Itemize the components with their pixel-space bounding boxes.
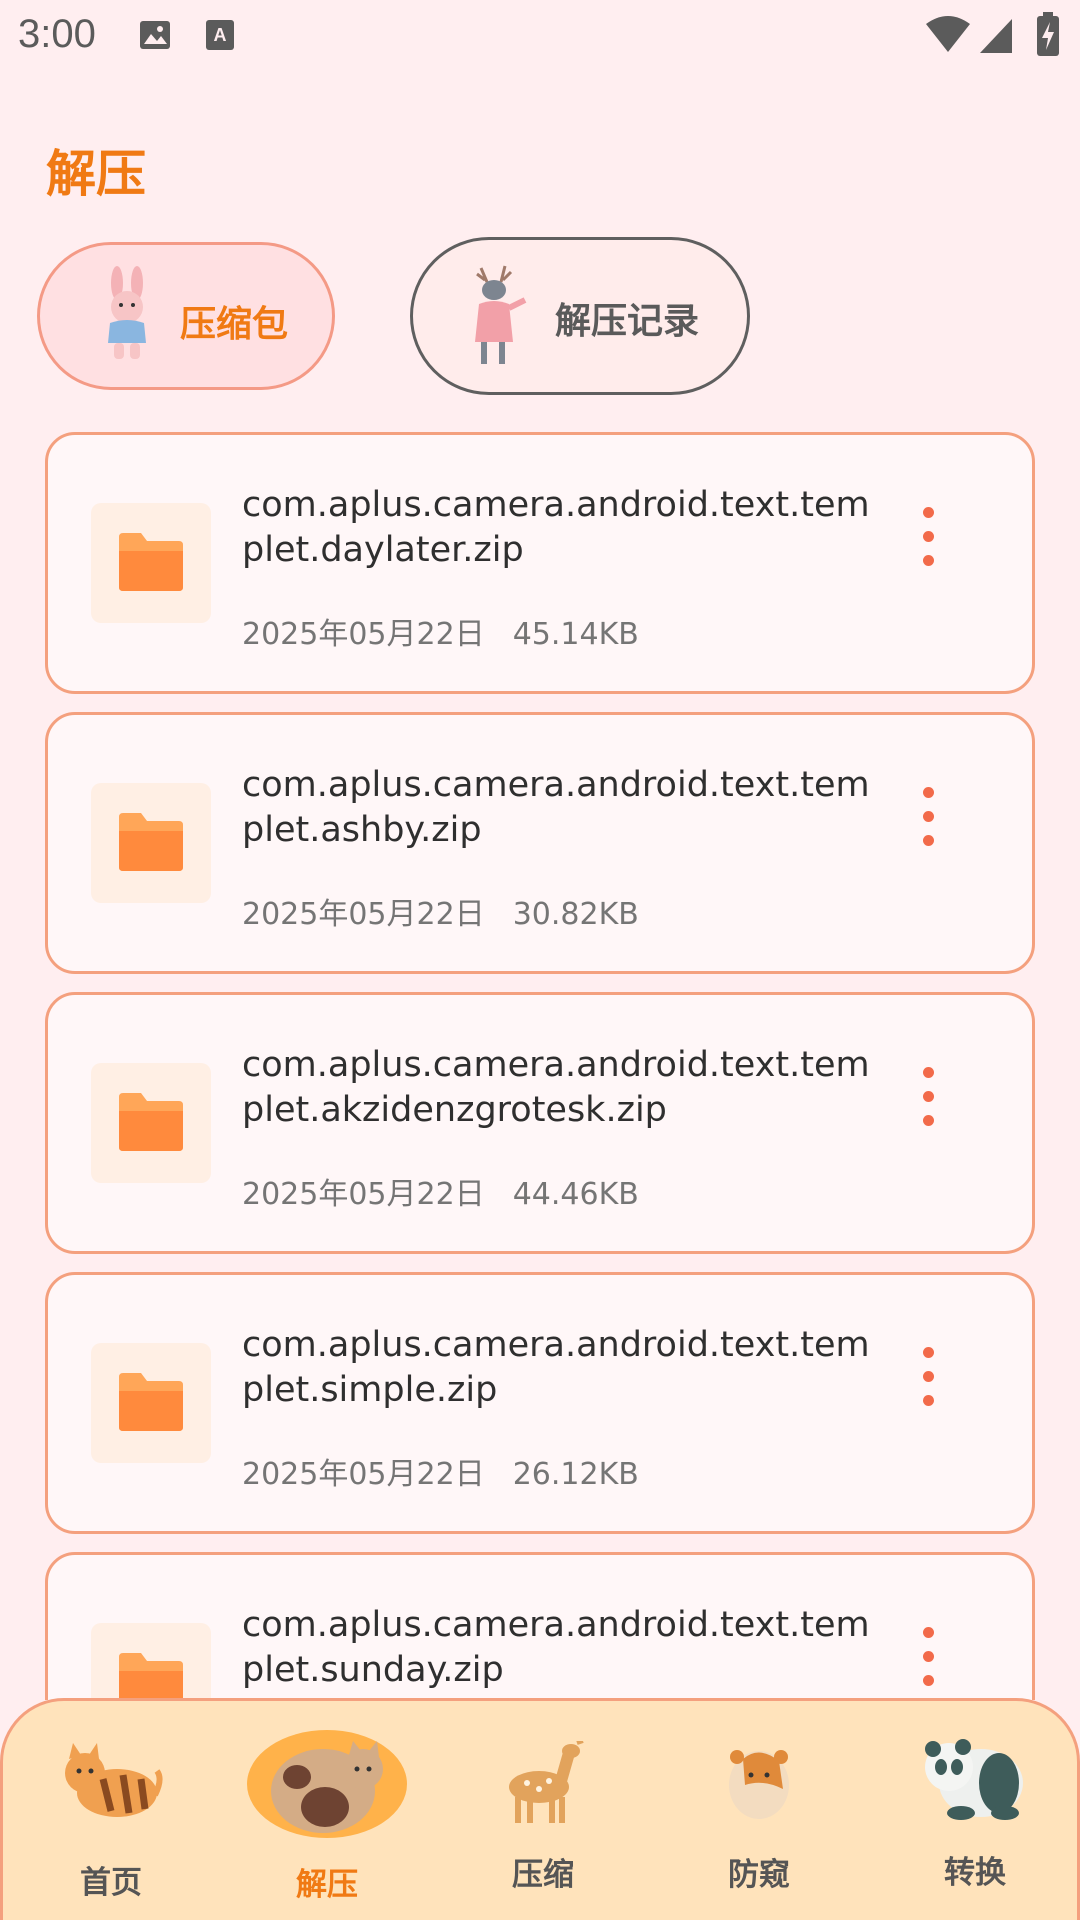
more-options-button[interactable] [914, 1347, 944, 1407]
fat-cat-icon [245, 1729, 409, 1843]
fawn-icon [501, 1739, 585, 1831]
file-date: 2025年05月22日 [242, 617, 485, 652]
folder-icon [91, 783, 211, 903]
tab-extract-history-label: 解压记录 [555, 301, 700, 342]
file-size: 45.14KB [512, 617, 639, 652]
nav-home-label: 首页 [80, 1865, 142, 1901]
deer-icon [461, 260, 533, 374]
file-meta: 2025年05月22日 26.12KB [242, 1449, 639, 1493]
file-date: 2025年05月22日 [242, 1457, 485, 1492]
tab-archives-label: 压缩包 [180, 304, 289, 345]
wifi-icon [924, 14, 972, 58]
status-time: 3:00 [18, 12, 96, 56]
folder-icon [91, 1343, 211, 1463]
folder-icon [91, 503, 211, 623]
file-card[interactable]: com.aplus.camera.android.text.templet.as… [45, 712, 1035, 974]
tab-extract-history[interactable]: 解压记录 [410, 237, 750, 395]
nav-extract-label: 解压 [296, 1867, 358, 1903]
battery-charging-icon [1036, 12, 1060, 60]
file-meta: 2025年05月22日 44.46KB [242, 1169, 639, 1213]
nav-compress[interactable]: 压缩 [435, 1701, 651, 1920]
more-options-button[interactable] [914, 787, 944, 847]
nav-convert-label: 转换 [944, 1855, 1006, 1891]
file-list[interactable]: com.aplus.camera.android.text.templet.da… [45, 432, 1035, 1700]
nav-compress-label: 压缩 [512, 1857, 574, 1893]
file-size: 30.82KB [512, 897, 639, 932]
nav-privacy[interactable]: 防窥 [651, 1701, 867, 1920]
screen: 3:00 A 解压 压缩包 解压记录 com.aplus.camera.andr… [0, 0, 1080, 1920]
status-bar: 3:00 A [0, 0, 1080, 72]
folder-icon [91, 1063, 211, 1183]
tab-archives[interactable]: 压缩包 [37, 242, 335, 390]
file-name: com.aplus.camera.android.text.templet.su… [242, 1605, 870, 1690]
signal-icon [978, 16, 1014, 58]
file-meta: 2025年05月22日 45.14KB [242, 609, 639, 653]
image-icon [138, 18, 172, 56]
folder-icon [91, 1623, 211, 1700]
file-name: com.aplus.camera.android.text.templet.da… [242, 485, 870, 570]
nav-home[interactable]: 首页 [3, 1701, 219, 1920]
file-date: 2025年05月22日 [242, 1177, 485, 1212]
file-size: 44.46KB [512, 1177, 639, 1212]
page-title: 解压 [46, 145, 146, 203]
more-options-button[interactable] [914, 507, 944, 567]
file-date: 2025年05月22日 [242, 897, 485, 932]
file-name: com.aplus.camera.android.text.templet.ak… [242, 1045, 870, 1130]
file-card[interactable]: com.aplus.camera.android.text.templet.ak… [45, 992, 1035, 1254]
svg-text:A: A [214, 25, 227, 45]
file-card[interactable]: com.aplus.camera.android.text.templet.su… [45, 1552, 1035, 1700]
file-size: 26.12KB [512, 1457, 639, 1492]
nav-convert[interactable]: 转换 [867, 1701, 1080, 1920]
keyboard-a-icon: A [205, 18, 235, 56]
file-name: com.aplus.camera.android.text.templet.si… [242, 1325, 870, 1410]
more-options-button[interactable] [914, 1627, 944, 1687]
file-card[interactable]: com.aplus.camera.android.text.templet.da… [45, 432, 1035, 694]
file-meta: 2025年05月22日 30.82KB [242, 889, 639, 933]
nav-privacy-label: 防窥 [728, 1857, 790, 1893]
hamster-icon [723, 1739, 795, 1825]
panda-icon [921, 1737, 1025, 1825]
file-name: com.aplus.camera.android.text.templet.as… [242, 765, 870, 850]
nav-extract[interactable]: 解压 [219, 1701, 435, 1920]
rabbit-icon [92, 265, 162, 369]
more-options-button[interactable] [914, 1067, 944, 1127]
tabby-cat-icon [59, 1735, 163, 1829]
file-card[interactable]: com.aplus.camera.android.text.templet.si… [45, 1272, 1035, 1534]
bottom-nav: 首页 解压 压缩 防窥 转换 [0, 1698, 1080, 1920]
